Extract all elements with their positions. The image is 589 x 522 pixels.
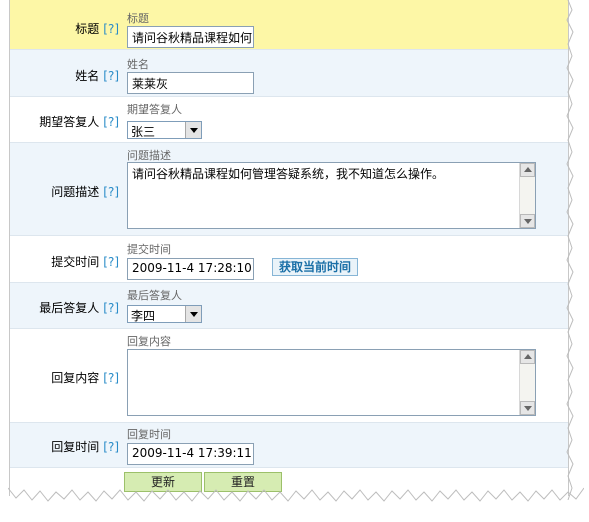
- title-hint: 标题: [127, 12, 149, 25]
- row-reply-content: 回复内容 [?] 回复内容: [10, 329, 568, 423]
- row-submit-time: 提交时间 [?] 提交时间 2009-11-4 17:28:10 获取当前时间: [10, 236, 568, 283]
- title-help-link[interactable]: [?]: [103, 22, 119, 36]
- torn-edge-right: [566, 0, 574, 500]
- reply-time-input[interactable]: 2009-11-4 17:39:11: [127, 443, 254, 465]
- torn-edge-bottom: [8, 487, 584, 502]
- form-sheet: 标题 [?] 标题 请问谷秋精品课程如何 姓名 [?] 姓名 莱莱灰 期望答复人 [?…: [8, 0, 584, 502]
- name-hint: 姓名: [127, 58, 149, 71]
- reply-time-help-link[interactable]: [?]: [103, 440, 119, 454]
- name-help-link[interactable]: [?]: [103, 69, 119, 83]
- last-replier-selected: 李四: [131, 309, 156, 323]
- name-label-wrap: 姓名 [?]: [10, 67, 119, 84]
- scroll-up-icon[interactable]: [520, 350, 535, 364]
- last-replier-label-wrap: 最后答复人 [?]: [10, 299, 119, 316]
- row-description: 问题描述 [?] 问题描述 请问谷秋精品课程如何管理答疑系统，我不知道怎么操作。: [10, 143, 568, 236]
- name-input[interactable]: 莱莱灰: [127, 72, 254, 94]
- reply-time-label: 回复时间: [51, 440, 100, 454]
- last-replier-select[interactable]: 李四: [127, 305, 202, 323]
- name-label: 姓名: [75, 69, 100, 83]
- expected-replier-select[interactable]: 张三: [127, 121, 202, 139]
- row-expected-replier: 期望答复人 [?] 期望答复人 张三: [10, 97, 568, 143]
- description-text: 请问谷秋精品课程如何管理答疑系统，我不知道怎么操作。: [132, 167, 445, 181]
- expected-replier-hint: 期望答复人: [127, 103, 182, 116]
- description-scrollbar[interactable]: [519, 163, 535, 228]
- chevron-down-icon[interactable]: [185, 306, 201, 322]
- title-label-wrap: 标题 [?]: [10, 20, 119, 37]
- submit-time-hint: 提交时间: [127, 243, 171, 256]
- scroll-up-icon[interactable]: [520, 163, 535, 177]
- get-current-time-button[interactable]: 获取当前时间: [272, 258, 359, 276]
- submit-time-help-link[interactable]: [?]: [103, 255, 119, 269]
- title-label: 标题: [75, 22, 100, 36]
- last-replier-help-link[interactable]: [?]: [103, 301, 119, 315]
- reply-content-label-wrap: 回复内容 [?]: [10, 369, 119, 386]
- reply-time-hint: 回复时间: [127, 428, 171, 441]
- description-textarea[interactable]: 请问谷秋精品课程如何管理答疑系统，我不知道怎么操作。: [127, 162, 536, 229]
- scroll-down-icon[interactable]: [520, 214, 535, 228]
- description-label: 问题描述: [51, 185, 100, 199]
- last-replier-hint: 最后答复人: [127, 289, 182, 302]
- scroll-down-icon[interactable]: [520, 401, 535, 415]
- description-help-link[interactable]: [?]: [103, 185, 119, 199]
- chevron-down-icon[interactable]: [185, 122, 201, 138]
- title-input[interactable]: 请问谷秋精品课程如何: [127, 26, 254, 48]
- description-label-wrap: 问题描述 [?]: [10, 183, 119, 200]
- submit-time-input[interactable]: 2009-11-4 17:28:10: [127, 258, 254, 280]
- submit-time-label: 提交时间: [51, 255, 100, 269]
- reply-content-hint: 回复内容: [127, 335, 171, 348]
- expected-replier-label: 期望答复人: [39, 115, 100, 129]
- reply-content-help-link[interactable]: [?]: [103, 371, 119, 385]
- expected-replier-label-wrap: 期望答复人 [?]: [10, 113, 119, 130]
- reply-time-label-wrap: 回复时间 [?]: [10, 438, 119, 455]
- reply-content-label: 回复内容: [51, 371, 100, 385]
- description-hint: 问题描述: [127, 149, 171, 162]
- expected-replier-selected: 张三: [131, 125, 156, 139]
- row-name: 姓名 [?] 姓名 莱莱灰: [10, 50, 568, 97]
- submit-time-label-wrap: 提交时间 [?]: [10, 253, 119, 270]
- row-last-replier: 最后答复人 [?] 最后答复人 李四: [10, 283, 568, 329]
- row-reply-time: 回复时间 [?] 回复时间 2009-11-4 17:39:11: [10, 423, 568, 468]
- reply-content-textarea[interactable]: [127, 349, 536, 416]
- last-replier-label: 最后答复人: [39, 301, 100, 315]
- expected-replier-help-link[interactable]: [?]: [103, 115, 119, 129]
- reply-content-scrollbar[interactable]: [519, 350, 535, 415]
- row-title: 标题 [?] 标题 请问谷秋精品课程如何: [10, 0, 568, 50]
